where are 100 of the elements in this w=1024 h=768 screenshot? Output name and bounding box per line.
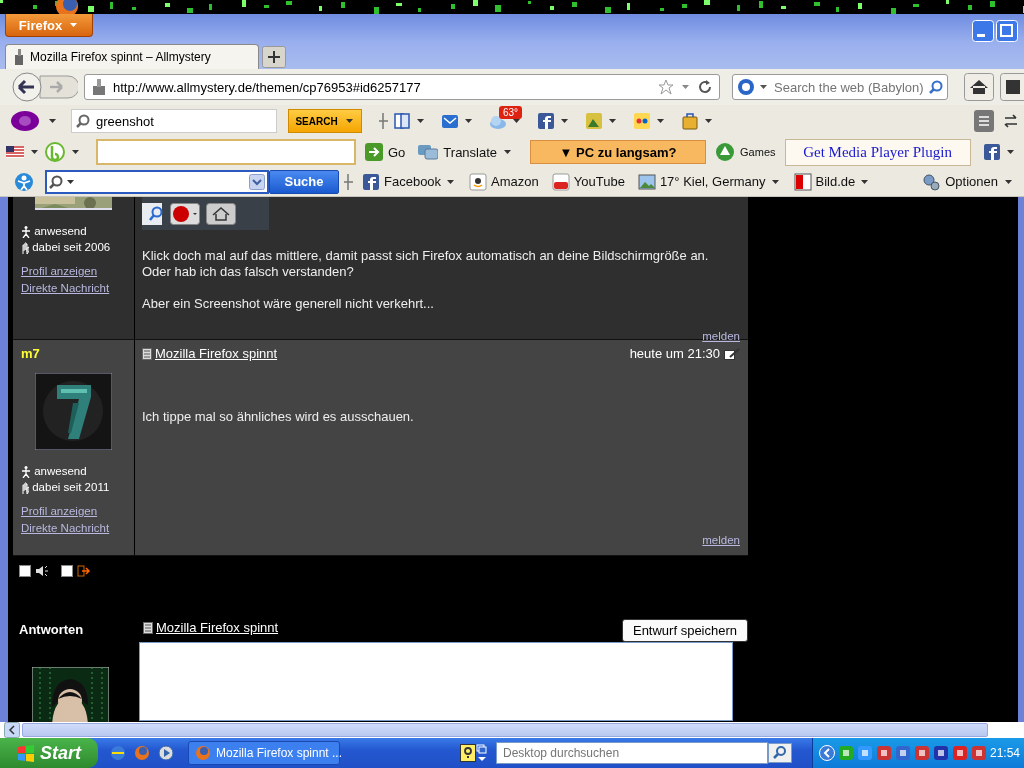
checkbox[interactable] <box>61 565 73 577</box>
search-field[interactable]: Desktop durchsuchen <box>496 742 768 764</box>
tile-icon[interactable] <box>983 144 1000 160</box>
translate-button[interactable]: Translate <box>414 143 518 161</box>
scrollbar-thumb[interactable] <box>22 723 988 737</box>
caret-icon[interactable] <box>417 119 424 123</box>
search-button[interactable] <box>768 743 792 763</box>
caret-icon[interactable] <box>345 119 353 123</box>
home-icon <box>206 202 236 225</box>
thread-link[interactable]: Mozilla Firefox spinnt <box>143 620 279 635</box>
plugin-button[interactable]: Get Media Player Plugin <box>784 138 971 166</box>
minimize-button[interactable] <box>972 20 994 42</box>
caret-icon[interactable] <box>861 179 869 184</box>
play-icon[interactable] <box>158 745 174 761</box>
tray-icon[interactable] <box>971 745 987 761</box>
caret-icon[interactable] <box>657 119 664 123</box>
save-draft-button[interactable]: Entwurf speichern <box>622 619 748 642</box>
games-button[interactable]: Games <box>711 142 780 162</box>
tray-icon[interactable] <box>857 745 873 761</box>
promo-button[interactable]: ▼ PC zu langsam? <box>530 140 707 164</box>
search-icon[interactable] <box>929 80 943 94</box>
tray-icon[interactable] <box>838 745 854 761</box>
dropdown-button[interactable] <box>249 173 265 190</box>
input-field[interactable] <box>96 139 356 165</box>
address-bar[interactable]: http://www.allmystery.de/themen/cp76953#id6257177 <box>84 74 720 100</box>
caret-icon[interactable] <box>67 179 74 184</box>
bookmarks-button[interactable] <box>1000 73 1024 101</box>
report-link[interactable]: melden <box>702 330 740 342</box>
bookmark-button[interactable]: YouTube <box>547 172 629 191</box>
flag-icon[interactable] <box>6 146 24 158</box>
toolbar-grip-icon[interactable] <box>344 173 353 190</box>
bookmark-icon <box>793 172 812 191</box>
tray-icon[interactable] <box>876 745 892 761</box>
bookmark-button[interactable]: Amazon <box>465 172 543 191</box>
logo-icon[interactable] <box>10 110 42 132</box>
search-button[interactable]: SEARCH <box>288 109 362 133</box>
profile-link[interactable]: Profil anzeigen <box>21 503 98 520</box>
caret-icon[interactable] <box>49 119 56 123</box>
search-icon[interactable] <box>49 174 63 189</box>
scroll-left-button[interactable] <box>4 722 20 738</box>
search-field[interactable]: Search the web (Babylon) <box>732 74 948 100</box>
caret-icon[interactable] <box>447 179 455 184</box>
photo-icon[interactable] <box>585 112 603 130</box>
message-link[interactable]: Direkte Nachricht <box>21 520 110 537</box>
list-button[interactable] <box>974 110 994 132</box>
page-icon <box>14 48 24 65</box>
tray-icon[interactable] <box>914 745 930 761</box>
bag-icon[interactable] <box>681 112 699 130</box>
tray-icon[interactable] <box>895 745 911 761</box>
restore-icon[interactable] <box>476 744 488 762</box>
profile-link[interactable]: Profil anzeigen <box>21 263 98 280</box>
tile-icon[interactable] <box>537 112 555 130</box>
bookmark-button[interactable]: Bild.de <box>789 172 875 191</box>
show-hidden-icons-button[interactable] <box>819 745 835 761</box>
message-link[interactable]: Direkte Nachricht <box>21 280 110 297</box>
bookmark-star-icon[interactable] <box>658 79 674 95</box>
caret-icon[interactable] <box>72 150 79 154</box>
caret-icon[interactable] <box>760 85 767 89</box>
caret-icon[interactable] <box>465 119 472 123</box>
toolbar-grip-icon[interactable] <box>379 113 388 129</box>
bookmark-icon <box>362 172 380 191</box>
home-button[interactable] <box>964 73 994 101</box>
new-tab-button[interactable] <box>262 46 286 68</box>
bookmark-button[interactable]: Facebook <box>358 172 461 191</box>
taskbar-window-button[interactable]: Mozilla Firefox spinnt ... <box>188 741 340 765</box>
caret-icon[interactable] <box>705 119 712 123</box>
back-forward-buttons[interactable] <box>10 72 78 102</box>
mail-icon[interactable] <box>441 112 459 130</box>
report-link[interactable]: melden <box>702 534 740 546</box>
reload-icon[interactable] <box>697 79 713 95</box>
caret-icon[interactable] <box>771 179 779 184</box>
go-button[interactable]: Go <box>361 143 410 161</box>
book-icon[interactable] <box>393 112 411 130</box>
gears-icon <box>922 172 941 191</box>
checkbox[interactable] <box>19 565 31 577</box>
search-icon[interactable] <box>76 114 90 128</box>
help-icon[interactable] <box>460 744 476 762</box>
edit-icon[interactable] <box>724 347 740 360</box>
caret-icon[interactable] <box>504 150 512 154</box>
tray-icon[interactable] <box>933 745 949 761</box>
tray-icon[interactable] <box>952 745 968 761</box>
search-field[interactable] <box>45 169 269 194</box>
maximize-button[interactable] <box>996 20 1018 42</box>
swap-arrows-icon[interactable] <box>1004 114 1018 128</box>
username[interactable]: m7 <box>21 346 40 361</box>
babylon-icon[interactable] <box>737 78 755 96</box>
caret-icon[interactable] <box>31 150 38 154</box>
reply-text-area[interactable] <box>139 642 733 721</box>
caret-icon[interactable] <box>561 119 568 123</box>
caret-icon[interactable] <box>1005 179 1012 184</box>
search-field[interactable]: greenshot <box>71 109 277 133</box>
options-button[interactable]: Optionen <box>918 172 1018 191</box>
search-button[interactable]: Suche <box>269 169 339 194</box>
tile-icon[interactable] <box>633 112 651 130</box>
bookmark-button[interactable]: 17° Kiel, Germany <box>633 172 785 191</box>
caret-icon[interactable] <box>1006 150 1014 154</box>
caret-icon[interactable] <box>609 119 616 123</box>
browser-tab[interactable]: Mozilla Firefox spinnt – Allmystery <box>5 44 259 69</box>
browser-icon[interactable] <box>110 745 126 761</box>
thread-link[interactable]: Mozilla Firefox spinnt <box>142 346 278 361</box>
